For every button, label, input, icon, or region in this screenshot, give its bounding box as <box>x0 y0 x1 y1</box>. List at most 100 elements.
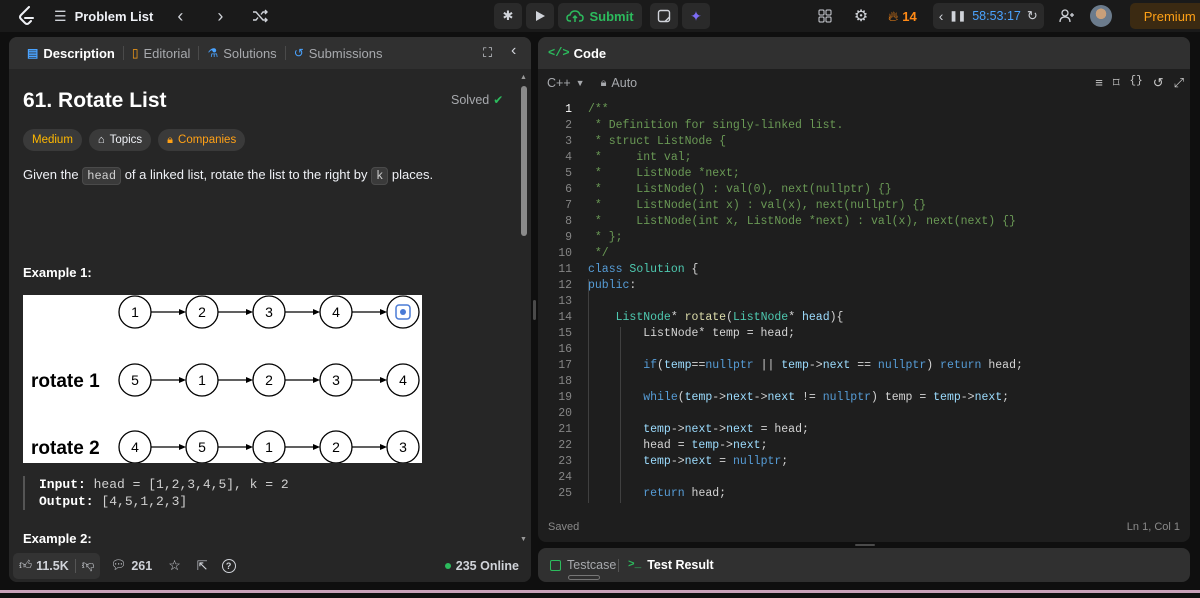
note-icon <box>657 9 671 23</box>
list-node-value: 3 <box>399 439 407 455</box>
topics-button[interactable]: ⌂ Topics <box>88 129 152 151</box>
line-number: 3 <box>565 135 572 148</box>
description-scrollbar[interactable]: ▲ ▼ <box>520 74 528 546</box>
description-icon: ▤ <box>27 46 39 60</box>
code-editor[interactable]: 1 /** 2 * Definition for singly-linked lis… <box>538 103 1190 507</box>
comments-button[interactable]: 💬︎ 261 <box>110 558 152 573</box>
list-node-value: 1 <box>265 439 273 455</box>
diagram-row-label: rotate 1 <box>31 371 100 392</box>
code-text: * Definition for singly-linked list. <box>588 119 844 132</box>
pause-icon[interactable]: ❚❚ <box>949 11 966 22</box>
line-number: 6 <box>565 183 572 196</box>
input-label: Input: <box>39 477 86 492</box>
list-node-value: 1 <box>131 304 139 320</box>
history-icon: ↺ <box>293 46 304 60</box>
code-toolbar: C++ ▼ 🔒︎ Auto ≡ ⌑ {} ↺ ⤢ <box>538 69 1190 97</box>
shuffle-icon[interactable] <box>247 3 273 29</box>
list-node-value: 3 <box>332 372 340 388</box>
output-label: Output: <box>39 494 94 509</box>
tab-testcase[interactable]: Testcase <box>550 558 616 572</box>
code-text: * ListNode() : val(0), next(nullptr) {} <box>588 183 892 196</box>
scrollbar-thumb[interactable] <box>521 86 527 236</box>
format-lines-icon[interactable]: ≡ <box>1095 75 1103 91</box>
problem-list-button[interactable]: ☰ Problem List <box>54 8 153 25</box>
list-node-value: 2 <box>332 439 340 455</box>
line-number: 11 <box>558 263 572 276</box>
bookmark-icon[interactable]: ⌑ <box>1113 75 1120 91</box>
line-number: 7 <box>565 199 572 212</box>
reset-code-icon[interactable]: ↺ <box>1153 75 1164 91</box>
line-number: 15 <box>558 327 572 340</box>
cursor-position[interactable]: Ln 1, Col 1 <box>1127 521 1180 533</box>
book-icon: ▯ <box>131 46 139 60</box>
timer-value: 58:53:17 <box>972 9 1021 23</box>
reset-timer-icon[interactable]: ↻ <box>1027 8 1038 24</box>
horizontal-splitter[interactable] <box>855 544 875 546</box>
sparkle-icon: ✦ <box>690 7 702 24</box>
editor-status-bar: Saved Ln 1, Col 1 <box>538 517 1190 539</box>
collapse-chevron-left-icon[interactable]: ‹ <box>511 42 516 60</box>
list-node-value: 5 <box>131 372 139 388</box>
ai-assist-button[interactable]: ✦ <box>682 3 710 29</box>
code-text: * struct ListNode { <box>588 135 727 148</box>
tab-editorial[interactable]: ▯ Editorial <box>124 46 199 61</box>
tab-test-result[interactable]: >_ Test Result <box>628 558 714 572</box>
maximize-icon[interactable]: ⛶ <box>483 45 492 61</box>
layout-grid-icon[interactable] <box>812 3 838 29</box>
settings-gear-icon[interactable]: ⚙ <box>848 3 874 29</box>
tab-description[interactable]: ▤ Description <box>19 46 123 61</box>
scroll-down-arrow-icon[interactable]: ▼ <box>520 536 527 543</box>
debug-button[interactable]: ✱ <box>494 3 522 29</box>
timer-widget[interactable]: ‹ ❚❚ 58:53:17 ↻ <box>932 3 1044 29</box>
line-number: 8 <box>565 215 572 228</box>
run-button[interactable] <box>526 3 554 29</box>
notes-button[interactable] <box>650 3 678 29</box>
next-problem-chevron-right-icon[interactable]: › <box>207 3 233 29</box>
share-icon[interactable]: ⇱ <box>197 558 208 574</box>
fire-icon: 🔥︎ <box>888 7 899 24</box>
timer-collapse-chevron-left-icon[interactable]: ‹ <box>939 8 944 24</box>
line-number: 4 <box>565 151 572 164</box>
solved-status: Solved ✔ <box>451 93 503 107</box>
tab-submissions[interactable]: ↺ Submissions <box>286 46 391 61</box>
streak-counter[interactable]: 🔥︎ 14 <box>888 8 917 25</box>
statement-text: Given the <box>23 167 83 182</box>
premium-label: Premium <box>1143 8 1196 24</box>
braces-icon[interactable]: {} <box>1129 75 1142 91</box>
panel-drag-handle[interactable] <box>568 575 600 580</box>
leetcode-logo-icon[interactable] <box>14 3 40 29</box>
submit-button[interactable]: Submit <box>558 3 642 29</box>
example-1-io: Input: head = [1,2,3,4,5], k = 2 Output:… <box>23 476 289 510</box>
help-icon[interactable]: ? <box>221 558 236 573</box>
like-dislike-group: 👍︎ 11.5K 👎︎ <box>13 552 101 579</box>
fullscreen-icon[interactable]: ⤢ <box>1174 75 1184 91</box>
problem-title[interactable]: 61. Rotate List <box>23 89 167 113</box>
line-number: 5 <box>565 167 572 180</box>
companies-button[interactable]: 🔒︎ Companies <box>158 129 246 151</box>
auto-mode-toggle[interactable]: 🔒︎ Auto <box>601 76 638 90</box>
code-text: public: <box>588 279 637 292</box>
like-button[interactable]: 👍︎ 11.5K <box>19 558 69 573</box>
tab-solutions[interactable]: ⚗ Solutions <box>199 46 284 61</box>
code-text: /** <box>588 103 609 116</box>
online-dot-icon <box>444 562 451 569</box>
code-text: temp->next->next = head; <box>643 423 809 436</box>
language-select[interactable]: C++ ▼ <box>547 76 585 90</box>
line-number: 12 <box>558 279 572 292</box>
prev-problem-chevron-left-icon[interactable]: ‹ <box>167 3 193 29</box>
thumbs-down-icon[interactable]: 👎︎ <box>82 558 95 573</box>
star-icon[interactable]: ☆ <box>168 557 181 574</box>
vertical-splitter[interactable] <box>533 300 536 320</box>
problem-list-label: Problem List <box>74 8 154 24</box>
list-node-value: 5 <box>198 439 206 455</box>
list-node-value: 2 <box>198 304 206 320</box>
chevron-down-icon: ▼ <box>575 78 585 88</box>
lock-icon: 🔒︎ <box>600 76 607 89</box>
indent-guide <box>620 327 621 503</box>
avatar[interactable] <box>1089 5 1112 27</box>
add-friend-icon[interactable] <box>1054 3 1080 29</box>
code-text: temp->next = nullptr; <box>643 455 789 468</box>
code-text: * }; <box>588 231 623 244</box>
scroll-up-arrow-icon[interactable]: ▲ <box>520 74 527 81</box>
premium-button[interactable]: Premium <box>1129 3 1200 29</box>
